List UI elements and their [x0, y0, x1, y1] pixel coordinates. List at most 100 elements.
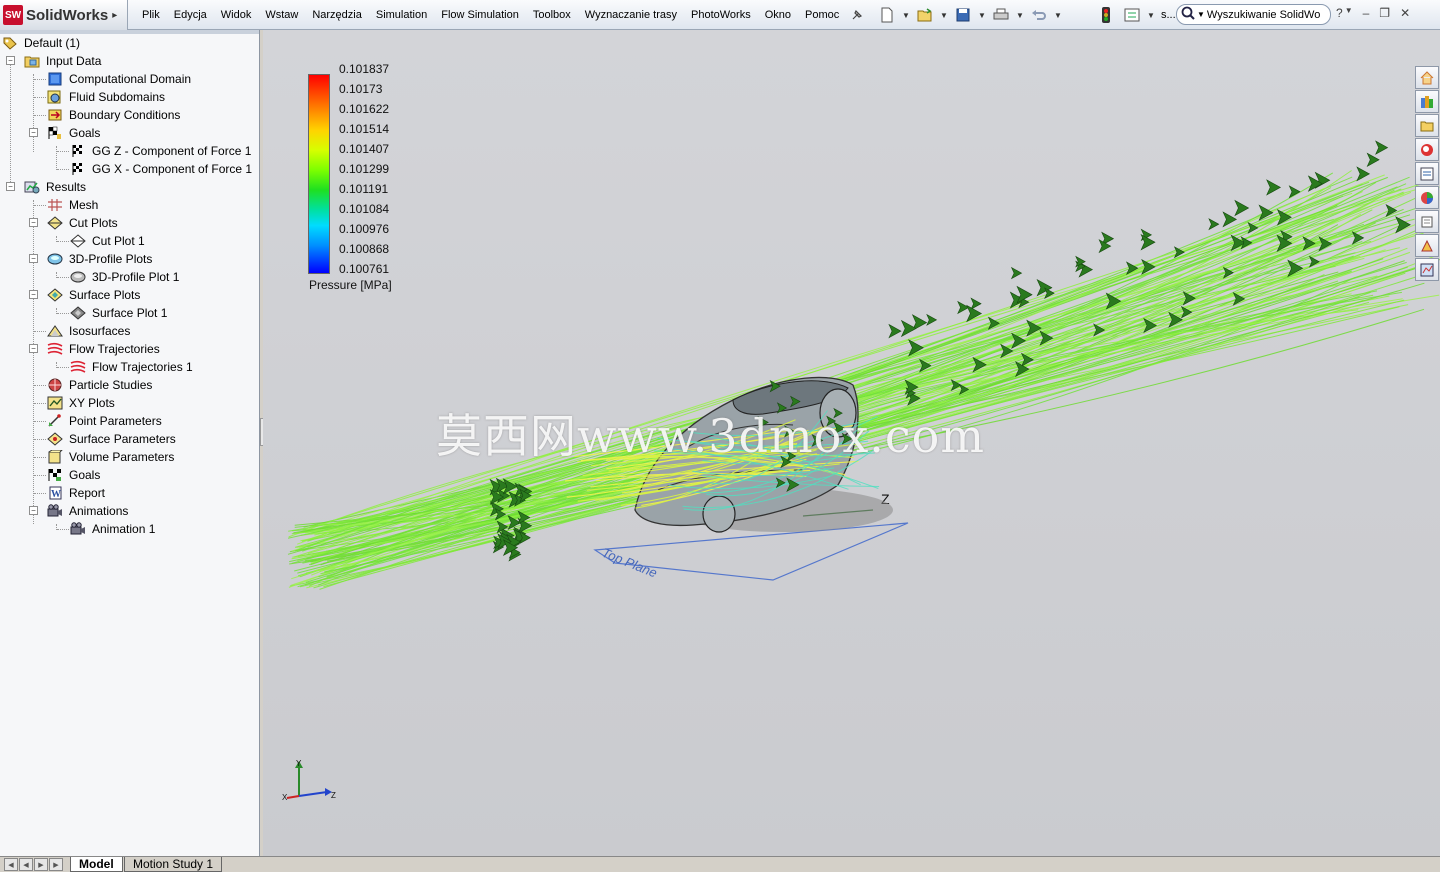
- tab-model[interactable]: Model: [70, 857, 123, 872]
- tree-item-label: Surface Parameters: [69, 432, 176, 446]
- search-dropdown-icon[interactable]: ▼: [1197, 10, 1205, 19]
- menu-photoworks[interactable]: PhotoWorks: [684, 9, 758, 21]
- pin-icon[interactable]: [846, 5, 868, 25]
- next-tab-icon[interactable]: ▶: [34, 858, 48, 871]
- tree-item-cut-plots[interactable]: Cut Plots: [47, 214, 118, 232]
- last-tab-icon[interactable]: ▶: [49, 858, 63, 871]
- file-explorer-icon[interactable]: [1415, 114, 1439, 137]
- save-dropdown-icon[interactable]: ▼: [978, 11, 986, 20]
- save-icon[interactable]: [952, 5, 974, 25]
- collapse-toggle[interactable]: −: [29, 218, 38, 227]
- open-dropdown-icon[interactable]: ▼: [940, 11, 948, 20]
- new-dropdown-icon[interactable]: ▼: [902, 11, 910, 20]
- prev-tab-icon[interactable]: ◀: [19, 858, 33, 871]
- tab-motion-study-1[interactable]: Motion Study 1: [124, 857, 223, 872]
- collapse-toggle[interactable]: −: [6, 56, 15, 65]
- custom-properties-icon[interactable]: [1415, 210, 1439, 233]
- help-icon[interactable]: ?: [1336, 6, 1343, 20]
- tree-item-fluid-subdomains[interactable]: Fluid Subdomains: [47, 88, 165, 106]
- tree-item-label: Animation 1: [92, 522, 156, 536]
- menu-simulation[interactable]: Simulation: [369, 9, 434, 21]
- flow-simulation-tab-icon[interactable]: [1415, 258, 1439, 281]
- collapse-toggle[interactable]: −: [29, 128, 38, 137]
- fluid-subdomain-icon: [47, 90, 63, 104]
- tree-item-computational-domain[interactable]: Computational Domain: [47, 70, 191, 88]
- help-dropdown-icon[interactable]: ▼: [1345, 6, 1353, 20]
- tree-item-animation-1[interactable]: Animation 1: [70, 520, 155, 538]
- photoworks-icon[interactable]: [1415, 234, 1439, 257]
- menu-okno[interactable]: Okno: [758, 9, 798, 21]
- design-library-icon[interactable]: [1415, 90, 1439, 113]
- tree-item-flow-trajectories-1[interactable]: Flow Trajectories 1: [70, 358, 193, 376]
- legend-value: 0.101837: [339, 62, 390, 76]
- home-icon[interactable]: [1415, 66, 1439, 89]
- menu-flow-simulation[interactable]: Flow Simulation: [434, 9, 526, 21]
- tree-item-results-goals[interactable]: Goals: [47, 466, 100, 484]
- minimize-icon[interactable]: –: [1363, 6, 1370, 20]
- tree-item-boundary-conditions[interactable]: Boundary Conditions: [47, 106, 180, 124]
- flow-arrow: [970, 297, 982, 310]
- tree-item-cut-plot-1[interactable]: Cut Plot 1: [70, 232, 145, 250]
- print-icon[interactable]: [990, 5, 1012, 25]
- options-dropdown-icon[interactable]: ▼: [1147, 11, 1155, 20]
- tree-item-surface-plot-1[interactable]: Surface Plot 1: [70, 304, 167, 322]
- collapse-toggle[interactable]: −: [29, 290, 38, 299]
- close-icon[interactable]: ✕: [1400, 6, 1410, 20]
- tree-item-label: Animations: [69, 504, 129, 518]
- tree-item-surface-plots[interactable]: Surface Plots: [47, 286, 140, 304]
- tree-item-3d-profile-plots[interactable]: 3D-Profile Plots: [47, 250, 152, 268]
- print-dropdown-icon[interactable]: ▼: [1016, 11, 1024, 20]
- tree-item-report[interactable]: W Report: [47, 484, 105, 502]
- legend-value: 0.101191: [339, 182, 389, 196]
- tree-item-gg-z-force[interactable]: GG Z - Component of Force 1: [70, 142, 251, 160]
- menu-edycja[interactable]: Edycja: [167, 9, 214, 21]
- tree-item-volume-parameters[interactable]: Volume Parameters: [47, 448, 174, 466]
- view-palette-icon[interactable]: [1415, 162, 1439, 185]
- menu-toolbox[interactable]: Toolbox: [526, 9, 578, 21]
- appearances-icon[interactable]: [1415, 186, 1439, 209]
- options-icon[interactable]: [1121, 5, 1143, 25]
- menu-wyznaczanie-trasy[interactable]: Wyznaczanie trasy: [578, 9, 684, 21]
- tree-item-input-data[interactable]: Input Data: [24, 52, 101, 70]
- collapse-toggle[interactable]: −: [29, 254, 38, 263]
- search-input[interactable]: ▼ Wyszukiwanie SolidWo: [1176, 4, 1331, 25]
- tree-item-flow-trajectories[interactable]: Flow Trajectories: [47, 340, 160, 358]
- tree-item-particle-studies[interactable]: Particle Studies: [47, 376, 152, 394]
- graphics-viewport[interactable]: Top Plane Z 0.101837 0.10173 0.101622 0.…: [263, 30, 1440, 856]
- toolbar-overflow[interactable]: s...: [1159, 9, 1178, 21]
- tree-item-3d-profile-plot-1[interactable]: 3D-Profile Plot 1: [70, 268, 179, 286]
- new-document-icon[interactable]: [876, 5, 898, 25]
- tree-item-xy-plots[interactable]: XY Plots: [47, 394, 115, 412]
- restore-icon[interactable]: ❐: [1379, 6, 1390, 20]
- menu-widok[interactable]: Widok: [214, 9, 259, 21]
- tree-item-point-parameters[interactable]: Point Parameters: [47, 412, 162, 430]
- collapse-toggle[interactable]: −: [29, 344, 38, 353]
- menu-wstaw[interactable]: Wstaw: [258, 9, 305, 21]
- menu-plik[interactable]: Plik: [135, 9, 167, 21]
- axis-triad: Y Z X: [282, 759, 336, 802]
- tree-item-label: Goals: [69, 468, 101, 482]
- search-results-icon[interactable]: [1415, 138, 1439, 161]
- legend-value: 0.100976: [339, 222, 390, 236]
- window-controls: ? ▼ – ❐ ✕: [1336, 6, 1410, 20]
- tree-connector: [34, 97, 46, 98]
- rebuild-traffic-light-icon[interactable]: [1095, 5, 1117, 25]
- tree-item-gg-x-force[interactable]: GG X - Component of Force 1: [70, 160, 252, 178]
- solidworks-logo[interactable]: SW SolidWorks ▸: [0, 0, 128, 30]
- undo-icon[interactable]: [1028, 5, 1050, 25]
- menu-pomoc[interactable]: Pomoc: [798, 9, 846, 21]
- first-tab-icon[interactable]: ◀: [4, 858, 18, 871]
- tree-item-results[interactable]: Results: [24, 178, 86, 196]
- tree-connector: [33, 74, 34, 152]
- undo-dropdown-icon[interactable]: ▼: [1054, 11, 1062, 20]
- tree-item-animations[interactable]: Animations: [47, 502, 128, 520]
- tree-root[interactable]: Default (1): [2, 34, 80, 52]
- menu-narzedzia[interactable]: Narzędzia: [305, 9, 369, 21]
- collapse-toggle[interactable]: −: [29, 506, 38, 515]
- tree-item-isosurfaces[interactable]: Isosurfaces: [47, 322, 130, 340]
- collapse-toggle[interactable]: −: [6, 182, 15, 191]
- open-folder-icon[interactable]: [914, 5, 936, 25]
- tree-item-goals[interactable]: Goals: [47, 124, 100, 142]
- tree-item-surface-parameters[interactable]: Surface Parameters: [47, 430, 176, 448]
- tree-item-mesh[interactable]: Mesh: [47, 196, 98, 214]
